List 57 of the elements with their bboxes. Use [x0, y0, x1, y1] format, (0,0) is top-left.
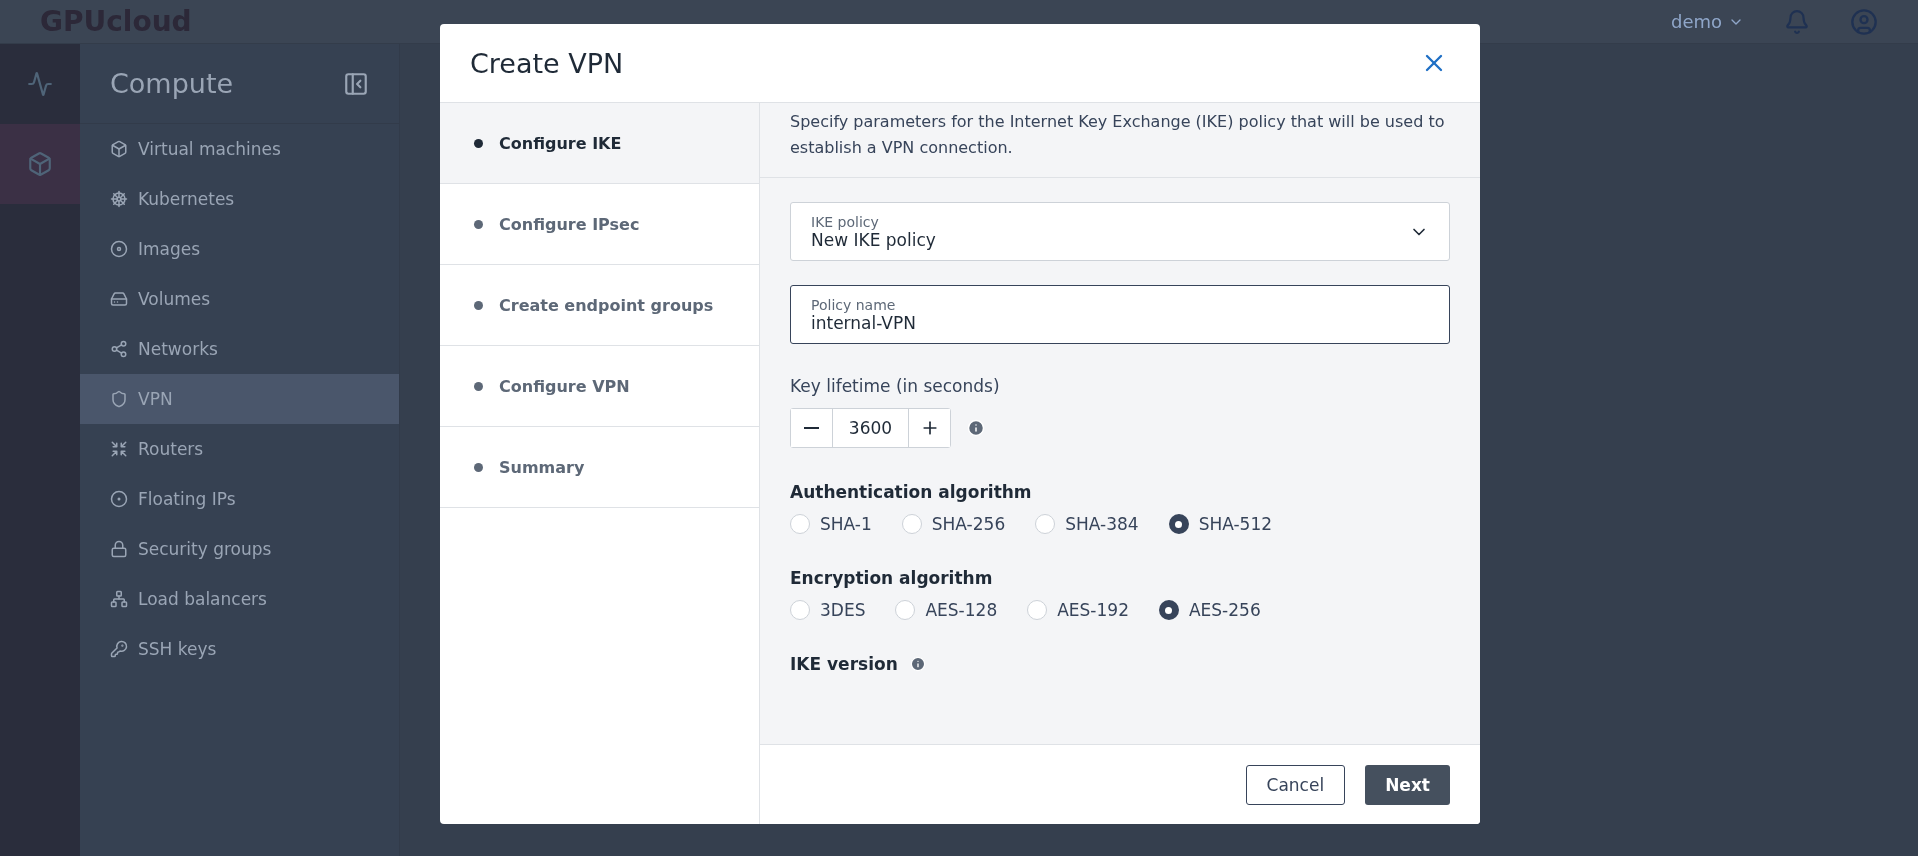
nav-item[interactable]: VPN	[80, 374, 399, 424]
wizard-step[interactable]: Configure IKE	[440, 103, 759, 184]
modal-title: Create VPN	[470, 47, 624, 79]
pulse-icon	[27, 71, 53, 97]
text-input[interactable]: internal-VPN	[811, 312, 1429, 333]
number-input[interactable]: 3600	[832, 409, 909, 447]
minus-icon	[804, 427, 819, 429]
radio-option[interactable]: AES-128	[895, 600, 998, 620]
nav-item[interactable]: Security groups	[80, 524, 399, 574]
user-icon[interactable]	[1850, 7, 1878, 36]
bell-icon[interactable]	[1784, 8, 1810, 35]
wheel-icon	[110, 190, 128, 208]
nav-item[interactable]: Load balancers	[80, 574, 399, 624]
radio-option[interactable]: AES-256	[1158, 600, 1261, 620]
nav-title: Compute	[110, 68, 234, 99]
drive-icon	[110, 290, 128, 308]
lock-icon	[110, 540, 128, 558]
radio-icon[interactable]	[1168, 514, 1189, 534]
target-icon	[110, 490, 128, 508]
arrows-icon	[110, 440, 128, 458]
cancel-button[interactable]: Cancel	[1245, 764, 1346, 805]
field-label: Key lifetime (in seconds)	[790, 376, 1000, 396]
hierarchy-icon	[110, 590, 128, 608]
radio-option[interactable]: SHA-1	[790, 514, 872, 534]
shield-icon	[110, 390, 128, 408]
radio-icon[interactable]	[1158, 600, 1179, 620]
rail-item[interactable]	[0, 124, 80, 204]
input-field[interactable]: Policy name internal-VPN	[790, 285, 1450, 344]
info-icon[interactable]	[967, 419, 985, 437]
cube-icon	[110, 140, 128, 158]
radio-option[interactable]: 3DES	[790, 600, 866, 620]
user-menu[interactable]: demo	[1670, 11, 1744, 32]
nav-item[interactable]: Virtual machines	[80, 124, 399, 174]
nav-item[interactable]: Images	[80, 224, 399, 274]
nav-item[interactable]: Kubernetes	[80, 174, 399, 224]
nav-item[interactable]: Routers	[80, 424, 399, 474]
nodes-icon	[110, 340, 128, 358]
next-button[interactable]: Next	[1365, 764, 1450, 805]
collapse-icon[interactable]	[343, 70, 369, 97]
info-icon[interactable]	[909, 656, 926, 672]
section-heading: IKE version	[790, 654, 898, 674]
section-heading: Authentication algorithm	[790, 482, 1032, 502]
select-field[interactable]: IKE policy New IKE policy	[790, 202, 1450, 261]
radio-option[interactable]: AES-192	[1027, 600, 1129, 620]
number-stepper[interactable]: 3600	[790, 408, 951, 448]
radio-option[interactable]: SHA-256	[901, 514, 1006, 534]
cube-icon	[27, 151, 53, 177]
nav-item[interactable]: SSH keys	[80, 624, 399, 674]
key-icon	[110, 640, 128, 658]
description-text: Specify parameters for the Internet Key Exchange (IKE) policy that will be used to establish a VPN connection.	[760, 103, 1480, 178]
disc-icon	[110, 240, 128, 258]
section-heading: Encryption algorithm	[790, 568, 993, 588]
nav-item[interactable]: Networks	[80, 324, 399, 374]
nav-item[interactable]: Floating IPs	[80, 474, 399, 524]
radio-option[interactable]: SHA-384	[1035, 514, 1139, 534]
nav-item[interactable]: Volumes	[80, 274, 399, 324]
radio-option[interactable]: SHA-512	[1168, 514, 1273, 534]
